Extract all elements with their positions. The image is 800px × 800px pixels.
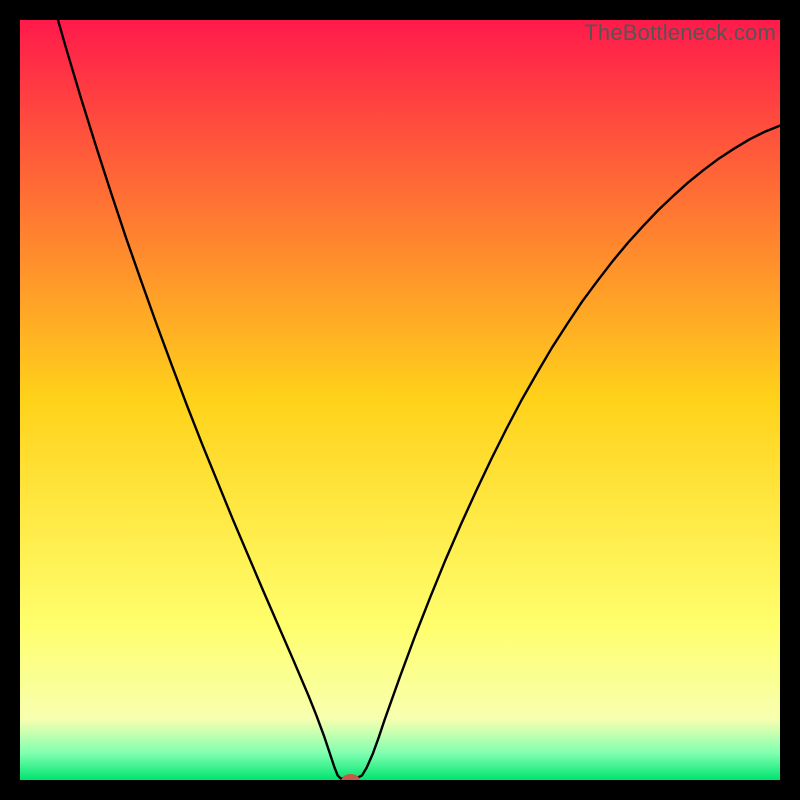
chart-background (20, 20, 780, 780)
watermark-label: TheBottleneck.com (584, 20, 776, 46)
bottleneck-chart (20, 20, 780, 780)
chart-frame: TheBottleneck.com (20, 20, 780, 780)
